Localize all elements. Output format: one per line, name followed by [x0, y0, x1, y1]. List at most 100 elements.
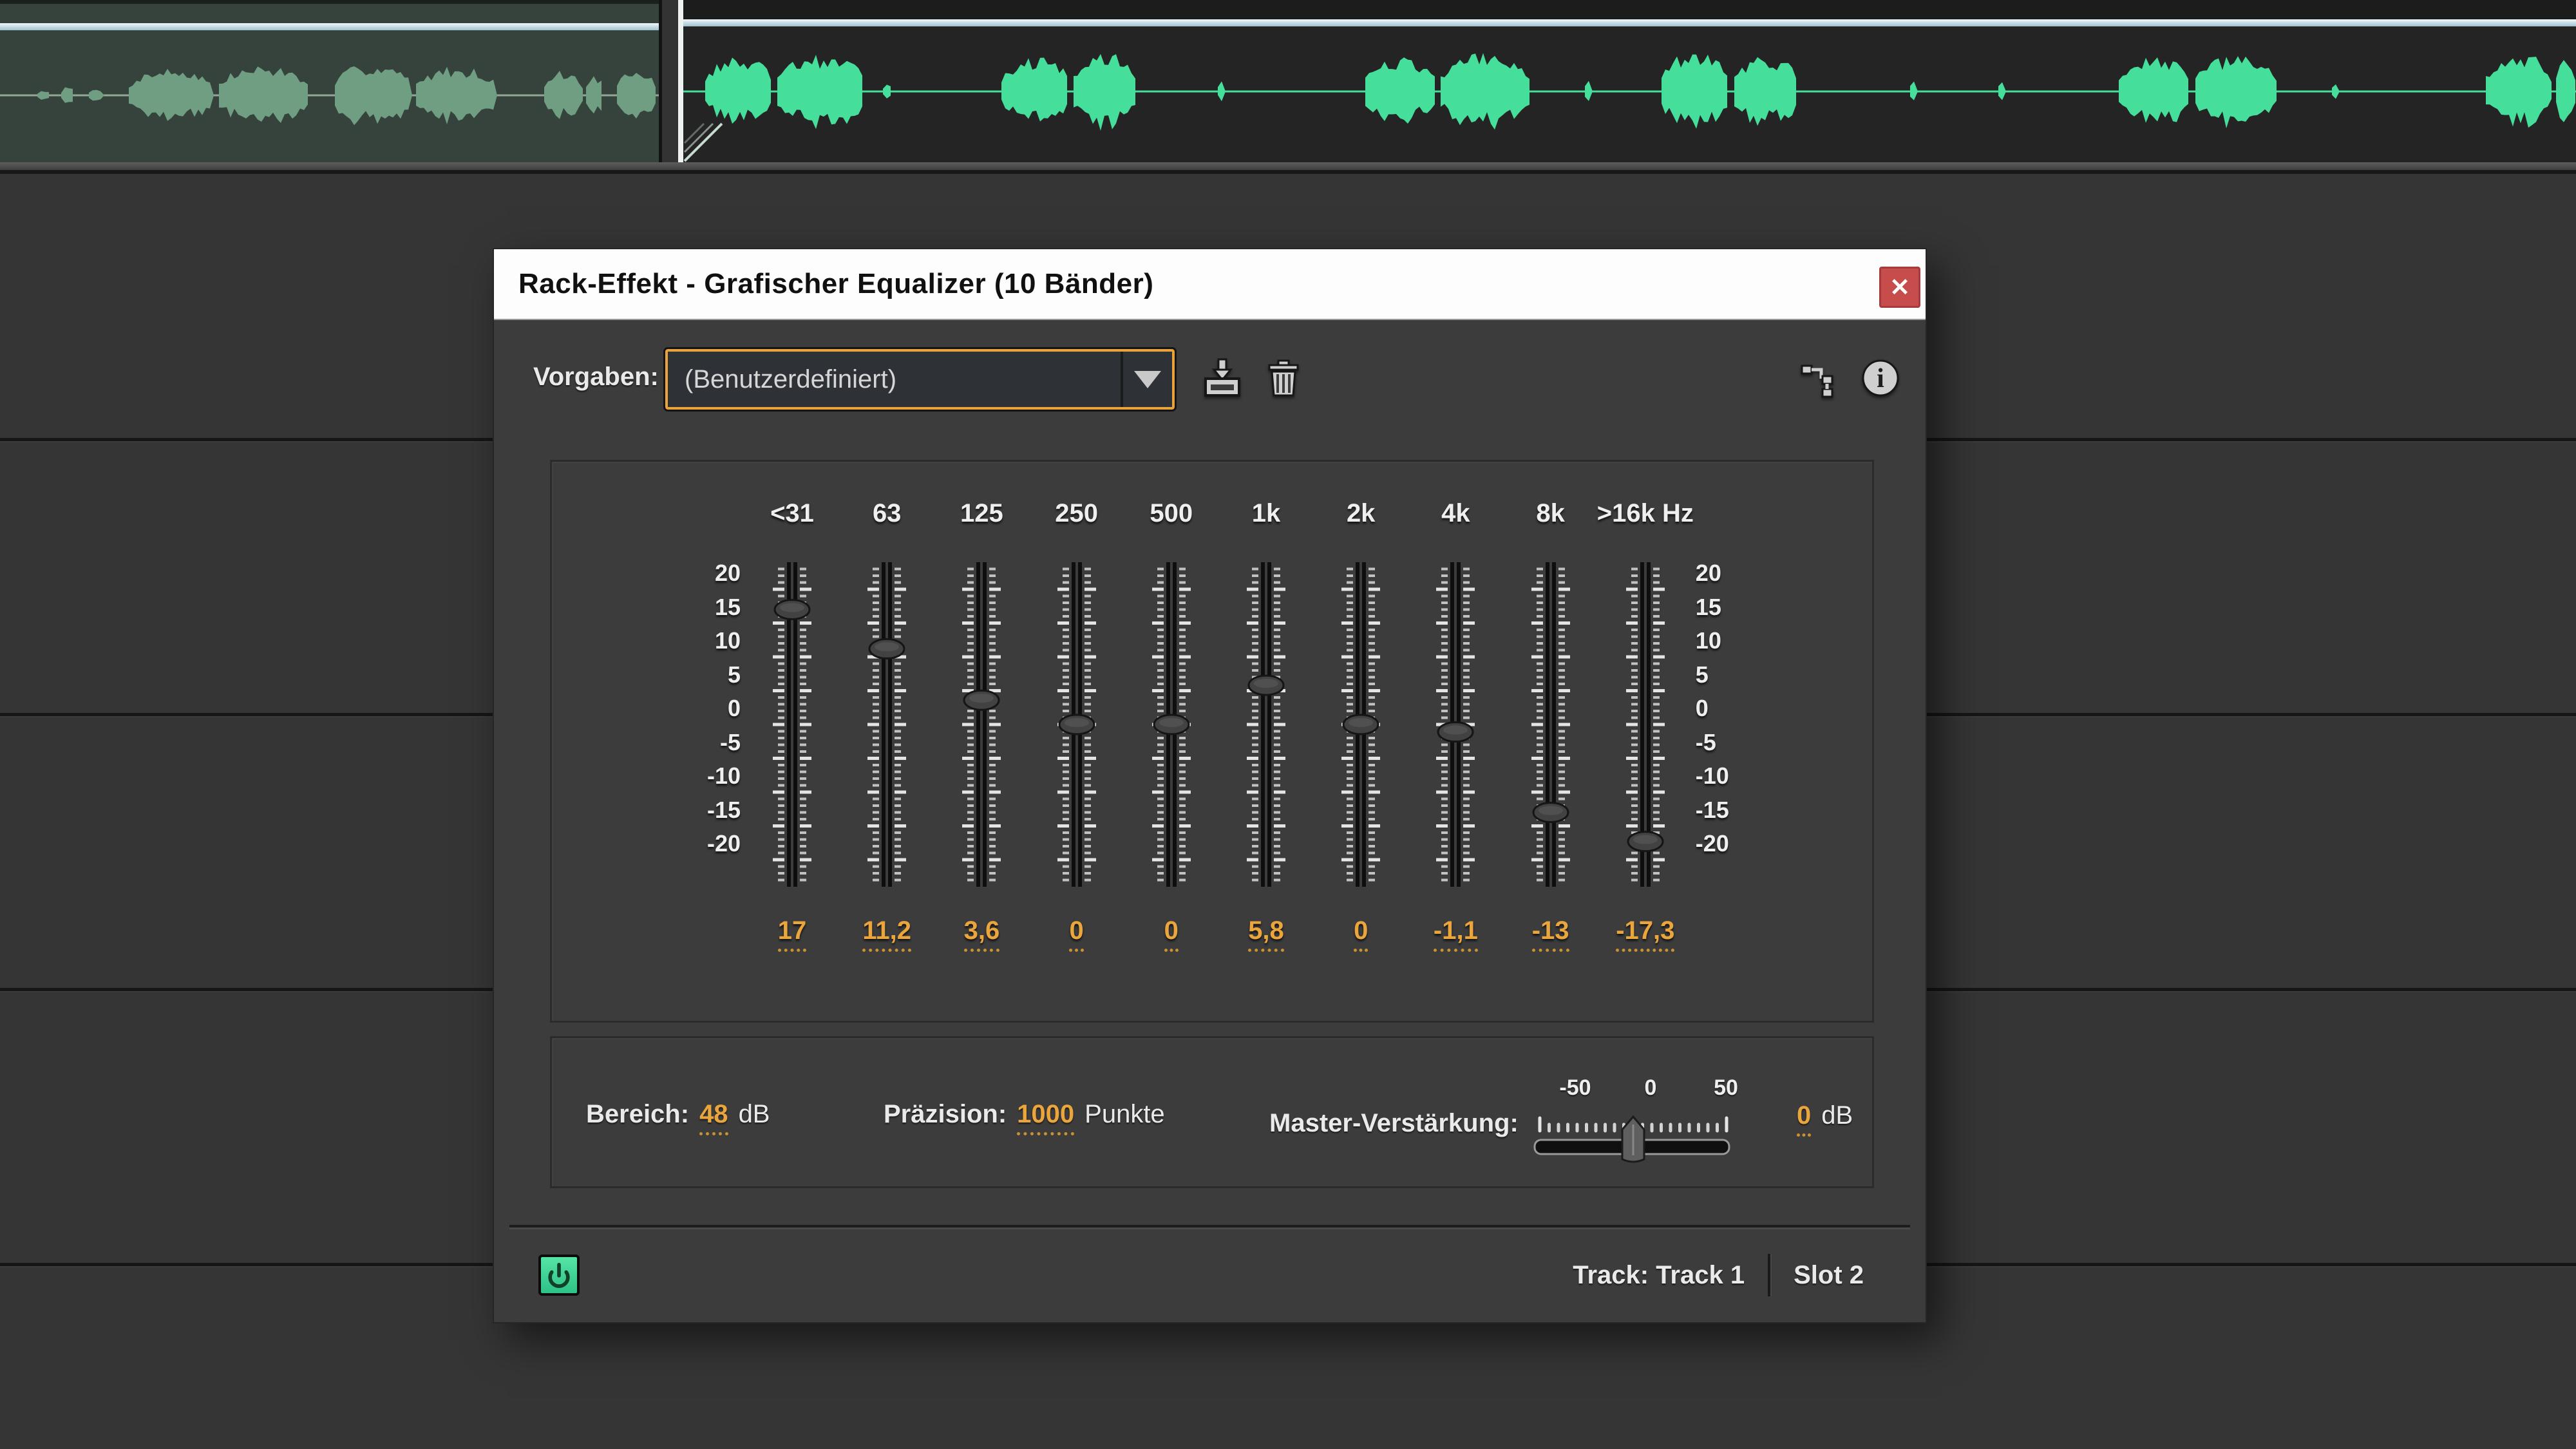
slider-thumb[interactable] [775, 600, 810, 620]
band-gain-value[interactable]: 11,2 [832, 916, 942, 945]
db-scale-label-right: 10 [1696, 627, 1799, 654]
clip-edge-divider[interactable] [678, 0, 683, 166]
audio-clip-active[interactable] [683, 0, 2576, 162]
multitrack-clip-area [0, 0, 2576, 174]
footer-status: Track: Track 1 Slot 2 [1573, 1253, 1864, 1298]
db-scale-label-right: 5 [1696, 661, 1799, 688]
db-scale-label-left: 0 [638, 695, 741, 722]
band-gain-slider[interactable] [1132, 562, 1211, 887]
parameters-panel: Bereich: 48 dB Präzision: 1000 Punkte Ma… [550, 1036, 1874, 1188]
band-frequency-label: 125 [930, 499, 1033, 528]
info-icon: i [1858, 355, 1903, 401]
fade-in-handle[interactable] [683, 0, 735, 162]
band-frequency-label: 500 [1120, 499, 1223, 528]
band-gain-slider[interactable] [1226, 562, 1306, 887]
db-scale-label-right: -10 [1696, 762, 1799, 790]
slider-thumb[interactable] [1533, 803, 1568, 822]
db-scale-label-left: 10 [638, 627, 741, 654]
precision-unit: Punkte [1084, 1100, 1165, 1129]
channel-routing-button[interactable] [1796, 355, 1842, 401]
band-gain-slider[interactable] [1511, 562, 1591, 887]
band-frequency-label: 250 [1025, 499, 1128, 528]
band-gain-slider[interactable] [942, 562, 1021, 887]
slider-thumb[interactable] [1628, 832, 1663, 851]
band-frequency-label: <31 [741, 499, 844, 528]
rack-effect-dialog: Rack-Effekt - Grafischer Equalizer (10 B… [493, 248, 1927, 1323]
band-gain-slider[interactable] [1321, 562, 1401, 887]
band-gain-value[interactable]: 0 [1022, 916, 1132, 945]
band-gain-slider[interactable] [752, 562, 832, 887]
precision-value[interactable]: 1000 [1017, 1100, 1074, 1129]
slider-thumb[interactable] [1249, 676, 1283, 695]
master-gain-unit: dB [1821, 1101, 1853, 1130]
master-gain-label: Master-Verstärkung: [1269, 1109, 1519, 1138]
band-gain-value[interactable]: -1,1 [1401, 916, 1510, 945]
footer-separator [509, 1225, 1910, 1227]
band-gain-value[interactable]: 17 [737, 916, 847, 945]
slider-thumb[interactable] [1154, 715, 1189, 734]
waveform-muted [0, 4, 659, 162]
slot-indicator: Slot 2 [1794, 1261, 1864, 1290]
band-gain-value[interactable]: -13 [1496, 916, 1605, 945]
db-scale-label-right: 20 [1696, 560, 1799, 587]
band-frequency-label: 4k [1404, 499, 1507, 528]
db-scale-label-left: 20 [638, 560, 741, 587]
band-gain-slider[interactable] [1416, 562, 1495, 887]
band-frequency-label: >16k Hz [1594, 499, 1697, 528]
save-preset-button[interactable] [1199, 355, 1245, 401]
power-icon [542, 1258, 576, 1292]
band-gain-value[interactable]: 5,8 [1211, 916, 1321, 945]
master-slider-thumb[interactable] [1622, 1117, 1644, 1162]
precision-parameter: Präzision: 1000 Punkte [884, 1100, 1165, 1129]
preset-combobox[interactable]: (Benutzerdefiniert) [665, 349, 1175, 410]
slider-thumb[interactable] [1343, 715, 1378, 734]
band-gain-value[interactable]: 3,6 [927, 916, 1036, 945]
audition-workspace: Rack-Effekt - Grafischer Equalizer (10 B… [0, 0, 2576, 1449]
audio-clip-unselected[interactable] [0, 0, 659, 162]
master-gain-value-row: 0 dB [1797, 1101, 1853, 1130]
equalizer-panel: <31176311,21253,6250050001k5,82k04k-1,18… [550, 460, 1874, 1023]
band-gain-value[interactable]: 0 [1117, 916, 1226, 945]
slider-thumb[interactable] [869, 639, 904, 658]
band-gain-slider[interactable] [1605, 562, 1685, 887]
info-button[interactable]: i [1857, 355, 1904, 401]
precision-label: Präzision: [884, 1100, 1007, 1129]
band-gain-slider[interactable] [1037, 562, 1117, 887]
db-scale-label-left: -15 [638, 797, 741, 824]
db-scale-label-right: -20 [1696, 830, 1799, 857]
band-frequency-label: 1k [1215, 499, 1318, 528]
db-scale-label-left: 15 [638, 594, 741, 621]
master-gain-value[interactable]: 0 [1797, 1101, 1811, 1130]
slider-thumb[interactable] [1059, 715, 1094, 734]
range-label: Bereich: [586, 1100, 689, 1129]
slider-thumb[interactable] [1438, 723, 1473, 742]
band-gain-value[interactable]: -17,3 [1591, 916, 1700, 945]
band-gain-slider[interactable] [847, 562, 927, 887]
dialog-titlebar[interactable]: Rack-Effekt - Grafischer Equalizer (10 B… [494, 249, 1926, 320]
range-parameter: Bereich: 48 dB [586, 1100, 770, 1129]
clip-bottom-edge [0, 162, 2576, 170]
clip-bottom-border [0, 170, 2576, 174]
master-scale-label: 0 [1618, 1075, 1683, 1101]
footer-status-divider [1768, 1254, 1770, 1296]
range-value[interactable]: 48 [699, 1100, 728, 1129]
band-frequency-label: 63 [835, 499, 938, 528]
db-scale-label-left: -5 [638, 729, 741, 756]
band-frequency-label: 2k [1309, 499, 1412, 528]
presets-label: Vorgaben: [533, 363, 659, 392]
effect-power-toggle[interactable] [538, 1255, 580, 1296]
slider-thumb[interactable] [964, 690, 999, 710]
db-scale-label-right: -15 [1696, 797, 1799, 824]
chevron-down-icon [1134, 371, 1161, 388]
db-scale-label-left: -20 [638, 830, 741, 857]
band-gain-value[interactable]: 0 [1306, 916, 1416, 945]
track-indicator: Track: Track 1 [1573, 1261, 1745, 1290]
delete-preset-button[interactable] [1260, 355, 1307, 401]
db-scale-label-left: 5 [638, 661, 741, 688]
master-scale-label: 50 [1694, 1075, 1758, 1101]
dialog-title: Rack-Effekt - Grafischer Equalizer (10 B… [518, 249, 1153, 319]
trash-icon [1261, 355, 1306, 401]
close-button[interactable]: ✕ [1879, 267, 1920, 308]
master-gain-slider[interactable]: -50050 [1533, 1057, 1733, 1173]
combo-dropdown-zone[interactable] [1121, 352, 1172, 407]
